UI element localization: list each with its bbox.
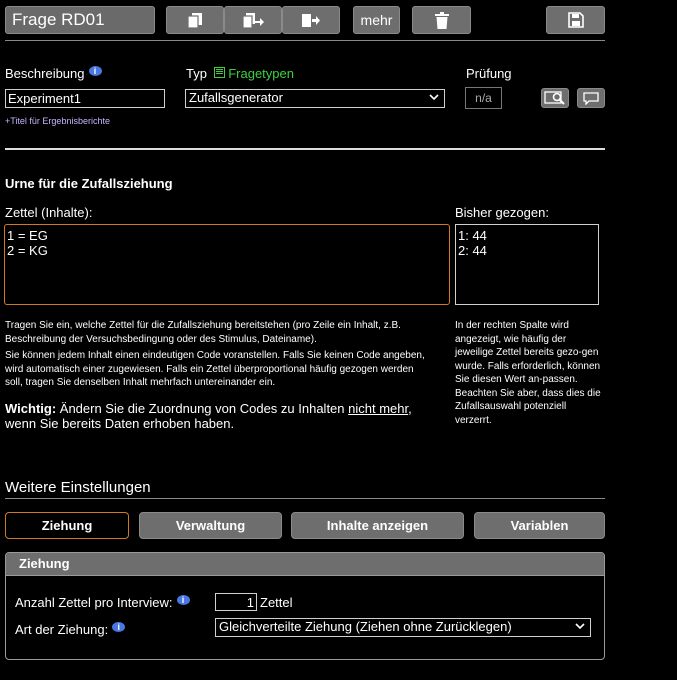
description-label: Beschreibung i (5, 66, 102, 81)
info-icon[interactable]: i (112, 622, 126, 632)
chevron-down-icon (429, 94, 439, 101)
floppy-disk-icon (567, 12, 584, 28)
duplicate-button[interactable] (166, 6, 224, 34)
slips-label: Zettel (Inhalte): (5, 205, 93, 220)
warning-bold: Wichtig: (5, 401, 57, 416)
slips-textarea[interactable]: 1 = EG 2 = KG (4, 224, 450, 305)
trash-icon (434, 11, 449, 29)
check-value: n/a (465, 87, 502, 109)
warning-text-3: wenn Sie bereits Daten erhoben haben. (5, 416, 235, 431)
copy-icon (187, 12, 202, 29)
tab-inhalte-anzeigen[interactable]: Inhalte anzeigen (291, 512, 464, 539)
tab-ziehung[interactable]: Ziehung (5, 512, 129, 539)
question-types-icon (213, 67, 225, 78)
toolbar-divider (5, 40, 605, 41)
mode-select[interactable]: Gleichverteilte Ziehung (Ziehen ohne Zur… (215, 618, 591, 637)
magnifier-icon (544, 91, 565, 105)
slips-help-text-2: Sie können jedem Inhalt einen eindeutige… (5, 350, 425, 388)
slips-help-text-1: Tragen Sie ein, welche Zettel für die Zu… (5, 320, 401, 345)
check-label: Prüfung (466, 66, 512, 81)
mode-label: Art der Ziehung: i (15, 622, 126, 637)
comment-icon (583, 91, 599, 105)
question-id-field[interactable]: Frage RD01 (5, 6, 155, 34)
info-icon[interactable]: i (88, 66, 102, 76)
type-select[interactable]: Zufallsgenerator (185, 89, 445, 108)
warning-underline: nicht mehr (348, 401, 409, 416)
tab-verwaltung[interactable]: Verwaltung (139, 512, 282, 539)
code-warning: Wichtig: Ändern Sie die Zuordnung von Co… (5, 401, 445, 431)
type-label: Typ Fragetypen (186, 66, 294, 81)
section-divider (5, 148, 605, 150)
save-button[interactable] (546, 6, 605, 34)
settings-divider (5, 498, 605, 499)
move-icon (302, 13, 320, 27)
chevron-down-icon (575, 623, 585, 630)
description-input[interactable] (5, 89, 165, 108)
comment-button[interactable] (577, 88, 605, 108)
warning-text-2: , (408, 401, 412, 416)
count-input[interactable] (215, 593, 257, 611)
count-unit: Zettel (260, 595, 293, 610)
urn-heading: Urne für die Zufallsziehung (5, 176, 173, 191)
draw-panel-title: Ziehung (6, 553, 604, 576)
question-types-link[interactable]: Fragetypen (228, 66, 294, 81)
info-icon[interactable]: i (176, 595, 190, 605)
type-select-value: Zufallsgenerator (189, 90, 283, 105)
count-label: Anzahl Zettel pro Interview: i (15, 595, 190, 610)
tab-variablen[interactable]: Variablen (474, 512, 605, 539)
drawn-label: Bisher gezogen: (455, 205, 549, 220)
drawn-help-text: In der rechten Spalte wird angezeigt, wi… (455, 320, 601, 426)
more-button[interactable]: mehr (353, 6, 400, 34)
move-button[interactable] (282, 6, 340, 34)
report-title-link[interactable]: +Titel für Ergebnisberichte (5, 115, 110, 129)
settings-heading: Weitere Einstellungen (5, 479, 151, 496)
copy-move-icon (242, 12, 264, 29)
mode-select-value: Gleichverteilte Ziehung (Ziehen ohne Zur… (219, 619, 512, 634)
drawn-textarea[interactable]: 1: 44 2: 44 (455, 224, 599, 305)
copy-to-button[interactable] (224, 6, 282, 34)
check-preview-button[interactable] (541, 88, 569, 108)
delete-button[interactable] (412, 6, 471, 34)
warning-text-1: Ändern Sie die Zuordnung von Codes zu In… (56, 401, 349, 416)
